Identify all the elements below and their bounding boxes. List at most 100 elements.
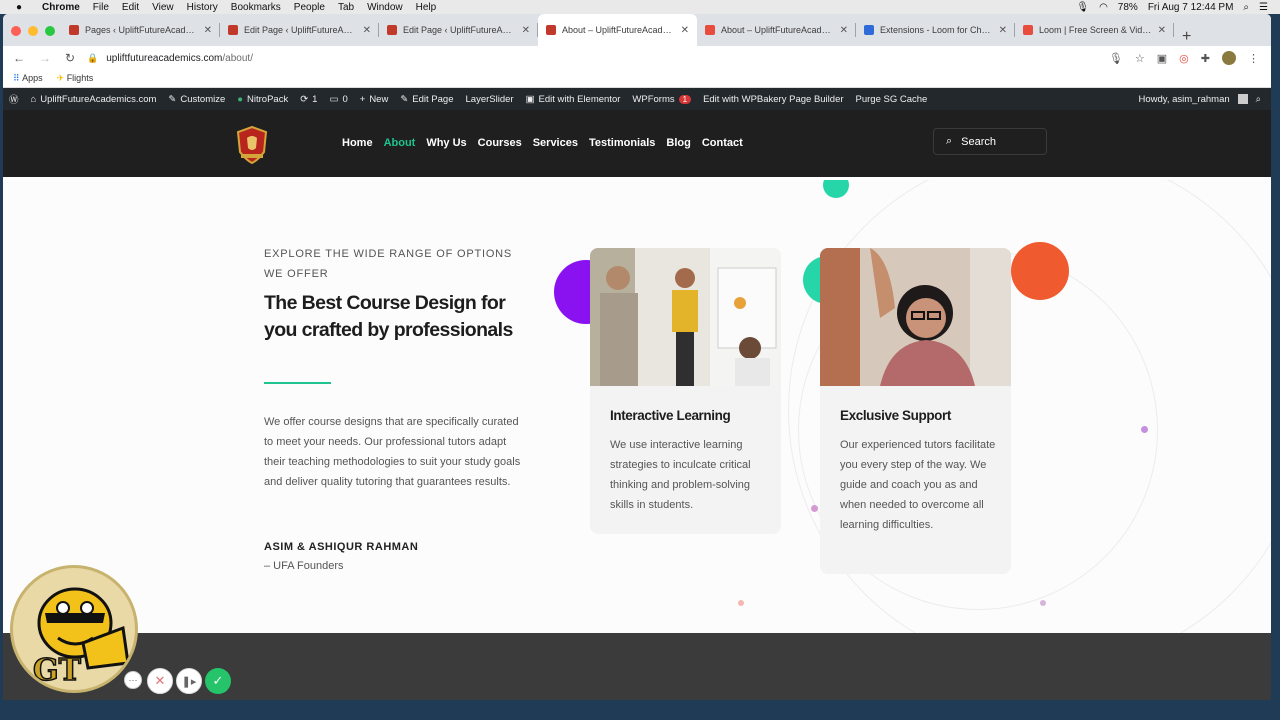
nav-why-us[interactable]: Why Us (426, 137, 466, 149)
browser-tab[interactable]: Edit Page ‹ UpliftFutureAcadem ✕ (220, 14, 379, 46)
user-avatar-icon[interactable] (1237, 94, 1248, 104)
close-window-button[interactable] (11, 26, 21, 36)
site-search[interactable]: ⌕ Search (933, 128, 1047, 155)
new-tab-button[interactable]: + (1182, 28, 1191, 46)
reload-icon[interactable]: ↻ (65, 51, 75, 65)
minimize-window-button[interactable] (28, 26, 38, 36)
loom-cancel-button[interactable]: ✕ (147, 668, 173, 694)
extension-g-icon[interactable]: ▣ (1157, 52, 1167, 65)
loom-finish-button[interactable]: ✓ (205, 668, 231, 694)
main-navigation: Home About Why Us Courses Services Testi… (342, 137, 743, 149)
nav-home[interactable]: Home (342, 137, 373, 149)
menu-window[interactable]: Window (367, 2, 403, 13)
wp-purge-cache[interactable]: Purge SG Cache (856, 94, 928, 105)
browser-tab[interactable]: About – UpliftFutureAcademics ✕ (697, 14, 856, 46)
browser-tab[interactable]: Pages ‹ UpliftFutureAcademics ✕ (61, 14, 220, 46)
wp-search-icon[interactable]: ⌕ (1256, 94, 1261, 105)
tab-close-icon[interactable]: ✕ (681, 25, 689, 36)
founders-name: ASIM & ASHIQUR RAHMAN (264, 541, 419, 553)
extensions-puzzle-icon[interactable]: ✚ (1201, 52, 1210, 65)
founders-role: – UFA Founders (264, 560, 344, 572)
nav-contact[interactable]: Contact (702, 137, 743, 149)
card-title: Interactive Learning (610, 408, 731, 423)
wp-howdy[interactable]: Howdy, asim_rahman (1139, 94, 1230, 105)
battery-level[interactable]: 78% (1118, 2, 1138, 13)
microphone-icon[interactable]: 🎙 (1076, 2, 1089, 13)
profile-avatar[interactable] (1222, 51, 1236, 65)
menu-view[interactable]: View (152, 2, 174, 13)
apple-icon[interactable]: ● (12, 2, 26, 13)
wp-customize[interactable]: ✎ Customize (168, 94, 225, 105)
wp-layerslider[interactable]: LayerSlider (466, 94, 514, 105)
wifi-icon[interactable]: ◠ (1099, 2, 1108, 13)
wp-wpforms[interactable]: WPForms 1 (632, 94, 692, 105)
bookmark-apps[interactable]: ⠿ Apps (13, 73, 43, 84)
tab-close-icon[interactable]: ✕ (204, 25, 212, 36)
lock-icon[interactable]: 🔒 (87, 53, 98, 64)
microphone-icon[interactable]: 🎙 (1109, 52, 1123, 65)
ufa-shield-logo[interactable] (236, 126, 268, 164)
menu-app[interactable]: Chrome (42, 2, 80, 13)
wp-nitropack[interactable]: ● NitroPack (237, 94, 288, 105)
loom-extension-icon[interactable]: ◎ (1179, 52, 1189, 65)
tab-close-icon[interactable]: ✕ (840, 25, 848, 36)
wp-new[interactable]: + New (360, 94, 389, 105)
wordpress-logo-icon[interactable]: Ⓦ (9, 92, 19, 106)
student-photo (820, 248, 1011, 386)
about-section: EXPLORE THE WIDE RANGE OF OPTIONS WE OFF… (3, 180, 1271, 633)
more-menu-icon[interactable]: ⋮ (1248, 52, 1259, 65)
control-center-icon[interactable]: ☰ (1259, 2, 1268, 13)
wp-wpbakery[interactable]: Edit with WPBakery Page Builder (703, 94, 843, 105)
back-icon[interactable]: ← (13, 51, 25, 65)
nav-about[interactable]: About (384, 137, 416, 149)
section-description: We offer course designs that are specifi… (264, 416, 521, 488)
exclusive-support-card[interactable]: Exclusive Support Our experienced tutors… (820, 248, 1011, 574)
small-dot-decoration (1141, 426, 1148, 433)
zoom-window-button[interactable] (45, 26, 55, 36)
bookmark-star-icon[interactable]: ☆ (1135, 52, 1145, 65)
menu-bookmarks[interactable]: Bookmarks (231, 2, 281, 13)
loom-pause-button[interactable]: ❚▸ (176, 668, 202, 694)
nav-testimonials[interactable]: Testimonials (589, 137, 655, 149)
spotlight-icon[interactable]: ⌕ (1243, 2, 1249, 13)
tab-close-icon[interactable]: ✕ (522, 25, 530, 36)
nav-courses[interactable]: Courses (478, 137, 522, 149)
tab-close-icon[interactable]: ✕ (1158, 25, 1166, 36)
tab-close-icon[interactable]: ✕ (999, 25, 1007, 36)
wp-site-name[interactable]: ⌂ UpliftFutureAcademics.com (31, 94, 157, 105)
tab-title: About – UpliftFutureAcademics (562, 25, 675, 35)
tab-close-icon[interactable]: ✕ (363, 25, 371, 36)
wp-edit-page[interactable]: ✎ Edit Page (400, 94, 453, 105)
interactive-learning-card[interactable]: Interactive Learning We use interactive … (590, 248, 781, 534)
wp-updates[interactable]: ⟳ 1 (300, 94, 317, 105)
bookmark-flights[interactable]: ✈ Flights (57, 73, 94, 84)
nav-blog[interactable]: Blog (666, 137, 690, 149)
yellow-jacket-mascot: GT (32, 587, 130, 689)
forward-icon[interactable]: → (39, 51, 51, 65)
webcam-bubble[interactable]: GT (10, 565, 138, 693)
menu-help[interactable]: Help (416, 2, 437, 13)
clock[interactable]: Fri Aug 7 12:44 PM (1148, 2, 1234, 13)
wp-wpbakery-label: Edit with WPBakery Page Builder (703, 93, 844, 105)
menu-history[interactable]: History (187, 2, 218, 13)
menu-file[interactable]: File (93, 2, 109, 13)
menu-edit[interactable]: Edit (122, 2, 139, 13)
nav-services[interactable]: Services (533, 137, 578, 149)
wp-edit-page-label: Edit Page (412, 93, 454, 105)
browser-tab[interactable]: About – UpliftFutureAcademics ✕ (538, 14, 697, 46)
tab-title: About – UpliftFutureAcademics (721, 25, 834, 35)
wp-nitropack-label: NitroPack (247, 93, 289, 105)
tab-favicon-icon (705, 25, 715, 35)
menu-people[interactable]: People (294, 2, 325, 13)
section-eyebrow: EXPLORE THE WIDE RANGE OF OPTIONS WE OFF… (264, 248, 513, 280)
tab-favicon-icon (1023, 25, 1033, 35)
wp-comments[interactable]: ▭ 0 (329, 94, 347, 105)
menu-tab[interactable]: Tab (338, 2, 354, 13)
browser-tab[interactable]: Edit Page ‹ UpliftFutureAcadem ✕ (379, 14, 538, 46)
orange-circle-decoration (1011, 242, 1069, 300)
wp-elementor[interactable]: ▣ Edit with Elementor (526, 94, 621, 105)
address-bar[interactable]: upliftfutureacademics.com/about/ (106, 53, 1109, 64)
browser-tab[interactable]: Extensions - Loom for Chrome ✕ (856, 14, 1015, 46)
loom-more-button[interactable]: ··· (124, 671, 142, 689)
browser-tab[interactable]: Loom | Free Screen & Video Re ✕ (1015, 14, 1174, 46)
